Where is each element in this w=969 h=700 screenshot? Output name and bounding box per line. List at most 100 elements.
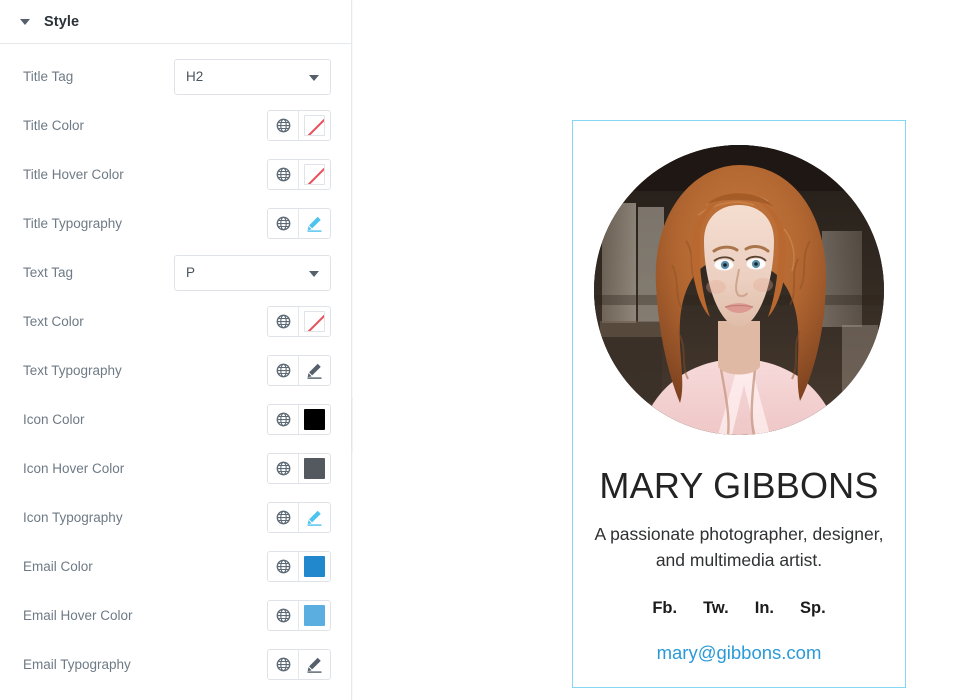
globe-icon[interactable] <box>268 209 299 238</box>
setting-control <box>267 159 331 190</box>
setting-row: Icon Hover Color <box>0 444 351 493</box>
setting-label: Icon Typography <box>23 510 123 525</box>
setting-control: P <box>174 254 331 291</box>
typography-control[interactable] <box>267 649 331 680</box>
globe-icon[interactable] <box>268 552 299 581</box>
setting-control <box>267 306 331 337</box>
color-swatch[interactable] <box>299 552 330 581</box>
setting-label: Text Tag <box>23 265 74 280</box>
pencil-edit-icon[interactable] <box>299 356 330 385</box>
tag-select[interactable]: H2 <box>174 58 331 95</box>
setting-row: Email Typography <box>0 640 351 689</box>
setting-control <box>267 110 331 141</box>
color-swatch[interactable] <box>299 454 330 483</box>
setting-label: Email Color <box>23 559 93 574</box>
setting-label: Text Color <box>23 314 84 329</box>
setting-label: Text Typography <box>23 363 122 378</box>
color-swatch-fill <box>304 556 325 577</box>
chevron-down-icon <box>309 74 319 81</box>
setting-row: Title Hover Color <box>0 150 351 199</box>
globe-icon[interactable] <box>268 601 299 630</box>
globe-icon[interactable] <box>268 111 299 140</box>
chevron-down-icon <box>20 18 30 25</box>
setting-label: Icon Color <box>23 412 85 427</box>
color-control[interactable] <box>267 159 331 190</box>
color-swatch-empty[interactable] <box>299 307 330 336</box>
setting-row: Title Typography <box>0 199 351 248</box>
tag-select-value: H2 <box>186 69 204 84</box>
color-swatch-fill <box>304 409 325 430</box>
color-control[interactable] <box>267 110 331 141</box>
color-swatch-fill <box>304 605 325 626</box>
no-color-slash-icon <box>304 115 325 136</box>
globe-icon[interactable] <box>268 160 299 189</box>
color-control[interactable] <box>267 600 331 631</box>
setting-row: Text Color <box>0 297 351 346</box>
setting-label: Title Typography <box>23 216 123 231</box>
color-control[interactable] <box>267 306 331 337</box>
globe-icon[interactable] <box>268 650 299 679</box>
social-link[interactable]: Tw. <box>703 599 729 618</box>
setting-label: Title Color <box>23 118 85 133</box>
setting-control: H2 <box>174 58 331 95</box>
app-root: Style Title Tag H2 Title Color Title Hover … <box>0 0 969 700</box>
setting-label: Email Typography <box>23 657 131 672</box>
avatar-container <box>573 121 905 435</box>
setting-control <box>267 502 331 533</box>
globe-icon[interactable] <box>268 307 299 336</box>
setting-row: Email Color <box>0 542 351 591</box>
pencil-edit-icon[interactable] <box>299 503 330 532</box>
profile-card-widget[interactable]: MARY GIBBONS A passionate photographer, … <box>572 120 906 688</box>
color-control[interactable] <box>267 551 331 582</box>
color-swatch-empty[interactable] <box>299 160 330 189</box>
setting-row: Title Color <box>0 101 351 150</box>
setting-control <box>267 551 331 582</box>
setting-label: Title Tag <box>23 69 74 84</box>
tag-select[interactable]: P <box>174 254 331 291</box>
social-link[interactable]: In. <box>755 599 774 618</box>
panel-title: Style <box>44 13 80 30</box>
globe-icon[interactable] <box>268 454 299 483</box>
social-link[interactable]: Sp. <box>800 599 826 618</box>
globe-icon[interactable] <box>268 356 299 385</box>
setting-row: Icon Typography <box>0 493 351 542</box>
setting-control <box>267 453 331 484</box>
setting-control <box>267 404 331 435</box>
setting-label: Icon Hover Color <box>23 461 125 476</box>
setting-row: Icon Color <box>0 395 351 444</box>
color-swatch-empty[interactable] <box>299 111 330 140</box>
color-control[interactable] <box>267 404 331 435</box>
card-description: A passionate photographer, designer, and… <box>594 523 884 571</box>
tag-select-value: P <box>186 265 196 280</box>
pencil-edit-icon[interactable] <box>299 650 330 679</box>
card-email-link[interactable]: mary@gibbons.com <box>573 642 905 664</box>
card-title: MARY GIBBONS <box>599 465 879 506</box>
setting-row: Text Typography <box>0 346 351 395</box>
style-settings-panel: Style Title Tag H2 Title Color Title Hover … <box>0 0 352 700</box>
setting-row: Title Tag H2 <box>0 52 351 101</box>
typography-control[interactable] <box>267 355 331 386</box>
avatar <box>594 145 884 435</box>
color-swatch-fill <box>304 458 325 479</box>
color-control[interactable] <box>267 453 331 484</box>
setting-control <box>267 600 331 631</box>
panel-section-header[interactable]: Style <box>0 0 351 44</box>
color-swatch[interactable] <box>299 405 330 434</box>
globe-icon[interactable] <box>268 503 299 532</box>
social-links-row: Fb. Tw. In. Sp. <box>573 599 905 618</box>
no-color-slash-icon <box>304 311 325 332</box>
setting-label: Email Hover Color <box>23 608 133 623</box>
color-swatch[interactable] <box>299 601 330 630</box>
setting-row: Text Tag P <box>0 248 351 297</box>
setting-label: Title Hover Color <box>23 167 124 182</box>
social-link[interactable]: Fb. <box>652 599 677 618</box>
typography-control[interactable] <box>267 208 331 239</box>
pencil-edit-icon[interactable] <box>299 209 330 238</box>
globe-icon[interactable] <box>268 405 299 434</box>
typography-control[interactable] <box>267 502 331 533</box>
settings-rows: Title Tag H2 Title Color Title Hover Color T… <box>0 44 351 689</box>
setting-control <box>267 649 331 680</box>
chevron-down-icon <box>309 270 319 277</box>
setting-control <box>267 355 331 386</box>
setting-row: Email Hover Color <box>0 591 351 640</box>
